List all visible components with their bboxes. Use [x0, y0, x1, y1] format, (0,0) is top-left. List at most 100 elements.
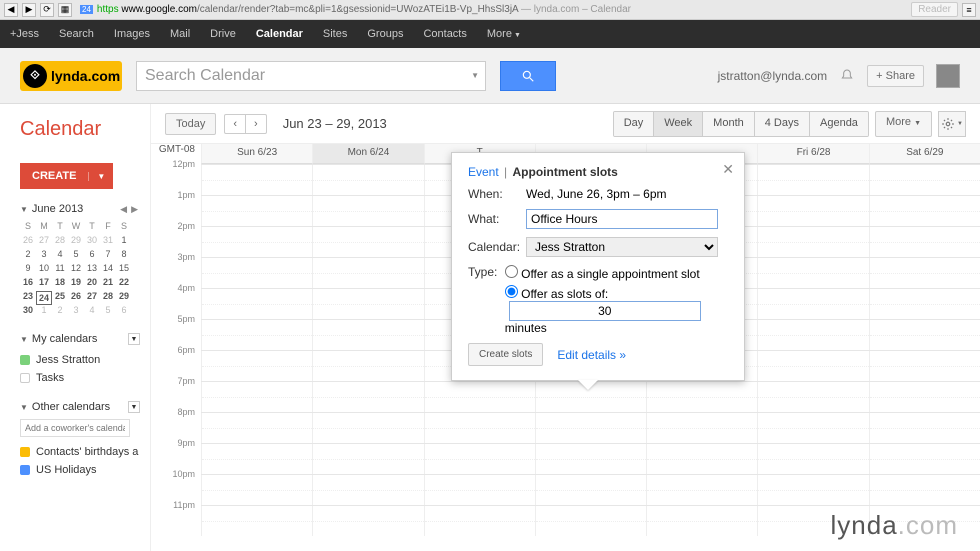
- my-calendars-menu[interactable]: ▼: [128, 333, 140, 345]
- gbar-item-contacts[interactable]: Contacts: [413, 28, 476, 40]
- grid-cell[interactable]: [424, 475, 535, 505]
- minical-day[interactable]: 6: [116, 305, 132, 319]
- mini-calendar[interactable]: SMTWTFS 26272829303112345678910111213141…: [20, 221, 140, 319]
- calendar-swatch[interactable]: [20, 465, 30, 475]
- minical-day[interactable]: 20: [84, 277, 100, 291]
- minical-day[interactable]: 13: [84, 263, 100, 277]
- grid-cell[interactable]: [869, 320, 980, 350]
- gbar-item-more[interactable]: More▼: [477, 28, 531, 40]
- minical-day[interactable]: 1: [116, 235, 132, 249]
- apps-button[interactable]: ▦: [58, 3, 72, 17]
- grid-cell[interactable]: [646, 382, 757, 412]
- minical-day[interactable]: 26: [20, 235, 36, 249]
- grid-cell[interactable]: [201, 165, 312, 195]
- next-button[interactable]: ›: [246, 115, 266, 133]
- grid-cell[interactable]: [201, 289, 312, 319]
- minical-day[interactable]: 12: [68, 263, 84, 277]
- menu-button[interactable]: ≡: [962, 3, 976, 17]
- gbar-item-drive[interactable]: Drive: [200, 28, 246, 40]
- grid-cell[interactable]: [869, 258, 980, 288]
- minical-day[interactable]: 28: [52, 235, 68, 249]
- grid-cell[interactable]: [535, 506, 646, 536]
- minical-day[interactable]: 3: [68, 305, 84, 319]
- grid-cell[interactable]: [201, 351, 312, 381]
- avatar[interactable]: [936, 64, 960, 88]
- minical-day[interactable]: 25: [52, 291, 68, 305]
- minical-day[interactable]: 18: [52, 277, 68, 291]
- disclose-icon[interactable]: ▼: [20, 205, 28, 214]
- grid-cell[interactable]: [757, 413, 868, 443]
- grid-cell[interactable]: [424, 413, 535, 443]
- view-week[interactable]: Week: [654, 112, 703, 136]
- minical-day[interactable]: 11: [52, 263, 68, 277]
- minical-prev[interactable]: ◀: [118, 204, 129, 215]
- other-calendars-menu[interactable]: ▼: [128, 401, 140, 413]
- grid-cell[interactable]: [424, 444, 535, 474]
- edit-details-link[interactable]: Edit details »: [557, 348, 626, 362]
- calendar-item[interactable]: US Holidays: [20, 461, 140, 479]
- grid-cell[interactable]: [312, 196, 423, 226]
- minical-day[interactable]: 23: [20, 291, 36, 305]
- grid-cell[interactable]: [201, 413, 312, 443]
- view-agenda[interactable]: Agenda: [810, 112, 868, 136]
- grid-cell[interactable]: [757, 258, 868, 288]
- grid-cell[interactable]: [312, 413, 423, 443]
- calendar-select[interactable]: Jess Stratton: [526, 237, 718, 257]
- calendar-item[interactable]: Tasks: [20, 369, 140, 387]
- minical-day[interactable]: 4: [52, 249, 68, 263]
- grid-cell[interactable]: [757, 289, 868, 319]
- url-bar[interactable]: 24 https www.google.com/calendar/render?…: [76, 4, 907, 15]
- grid-cell[interactable]: [312, 475, 423, 505]
- grid-cell[interactable]: [646, 506, 757, 536]
- grid-cell[interactable]: [646, 413, 757, 443]
- minical-day[interactable]: 2: [20, 249, 36, 263]
- minical-day[interactable]: 16: [20, 277, 36, 291]
- minical-day[interactable]: 19: [68, 277, 84, 291]
- gbar-item-images[interactable]: Images: [104, 28, 160, 40]
- minical-day[interactable]: 4: [84, 305, 100, 319]
- grid-cell[interactable]: [201, 196, 312, 226]
- grid-cell[interactable]: [535, 475, 646, 505]
- reader-button[interactable]: Reader: [911, 2, 958, 17]
- reload-button[interactable]: ⟳: [40, 3, 54, 17]
- grid-cell[interactable]: [312, 320, 423, 350]
- grid-cell[interactable]: [312, 444, 423, 474]
- calendar-swatch[interactable]: [20, 373, 30, 383]
- view-day[interactable]: Day: [614, 112, 655, 136]
- settings-button[interactable]: ▼: [938, 111, 966, 137]
- minical-day[interactable]: 29: [116, 291, 132, 305]
- disclose-icon[interactable]: ▼: [20, 335, 28, 344]
- prev-button[interactable]: ‹: [225, 115, 246, 133]
- today-button[interactable]: Today: [165, 113, 216, 135]
- create-dropdown-icon[interactable]: ▼: [88, 172, 113, 181]
- create-button[interactable]: CREATE ▼: [20, 163, 113, 189]
- minical-day[interactable]: 27: [84, 291, 100, 305]
- share-button[interactable]: + Share: [867, 65, 924, 87]
- gbar-item-calendar[interactable]: Calendar: [246, 28, 313, 40]
- minical-day[interactable]: 29: [68, 235, 84, 249]
- minical-day[interactable]: 2: [52, 305, 68, 319]
- grid-cell[interactable]: [757, 475, 868, 505]
- minical-next[interactable]: ▶: [129, 204, 140, 215]
- close-icon[interactable]: ✕: [722, 161, 734, 178]
- add-coworker-input[interactable]: [20, 419, 130, 437]
- view-month[interactable]: Month: [703, 112, 755, 136]
- tab-appointment-slots[interactable]: Appointment slots: [513, 165, 618, 179]
- grid-cell[interactable]: [201, 475, 312, 505]
- minical-day[interactable]: 1: [36, 305, 52, 319]
- tab-event[interactable]: Event: [468, 165, 499, 179]
- type-single-radio[interactable]: [505, 265, 518, 278]
- minical-day[interactable]: 21: [100, 277, 116, 291]
- grid-cell[interactable]: [757, 320, 868, 350]
- grid-cell[interactable]: [869, 165, 980, 195]
- view-4days[interactable]: 4 Days: [755, 112, 810, 136]
- search-dropdown-icon[interactable]: ▼: [471, 71, 479, 80]
- grid-cell[interactable]: [201, 227, 312, 257]
- grid-cell[interactable]: [869, 227, 980, 257]
- minical-day[interactable]: 28: [100, 291, 116, 305]
- grid-cell[interactable]: [869, 289, 980, 319]
- minical-day[interactable]: 5: [100, 305, 116, 319]
- back-button[interactable]: ◀: [4, 3, 18, 17]
- grid-cell[interactable]: [201, 320, 312, 350]
- slot-minutes-input[interactable]: [509, 301, 701, 321]
